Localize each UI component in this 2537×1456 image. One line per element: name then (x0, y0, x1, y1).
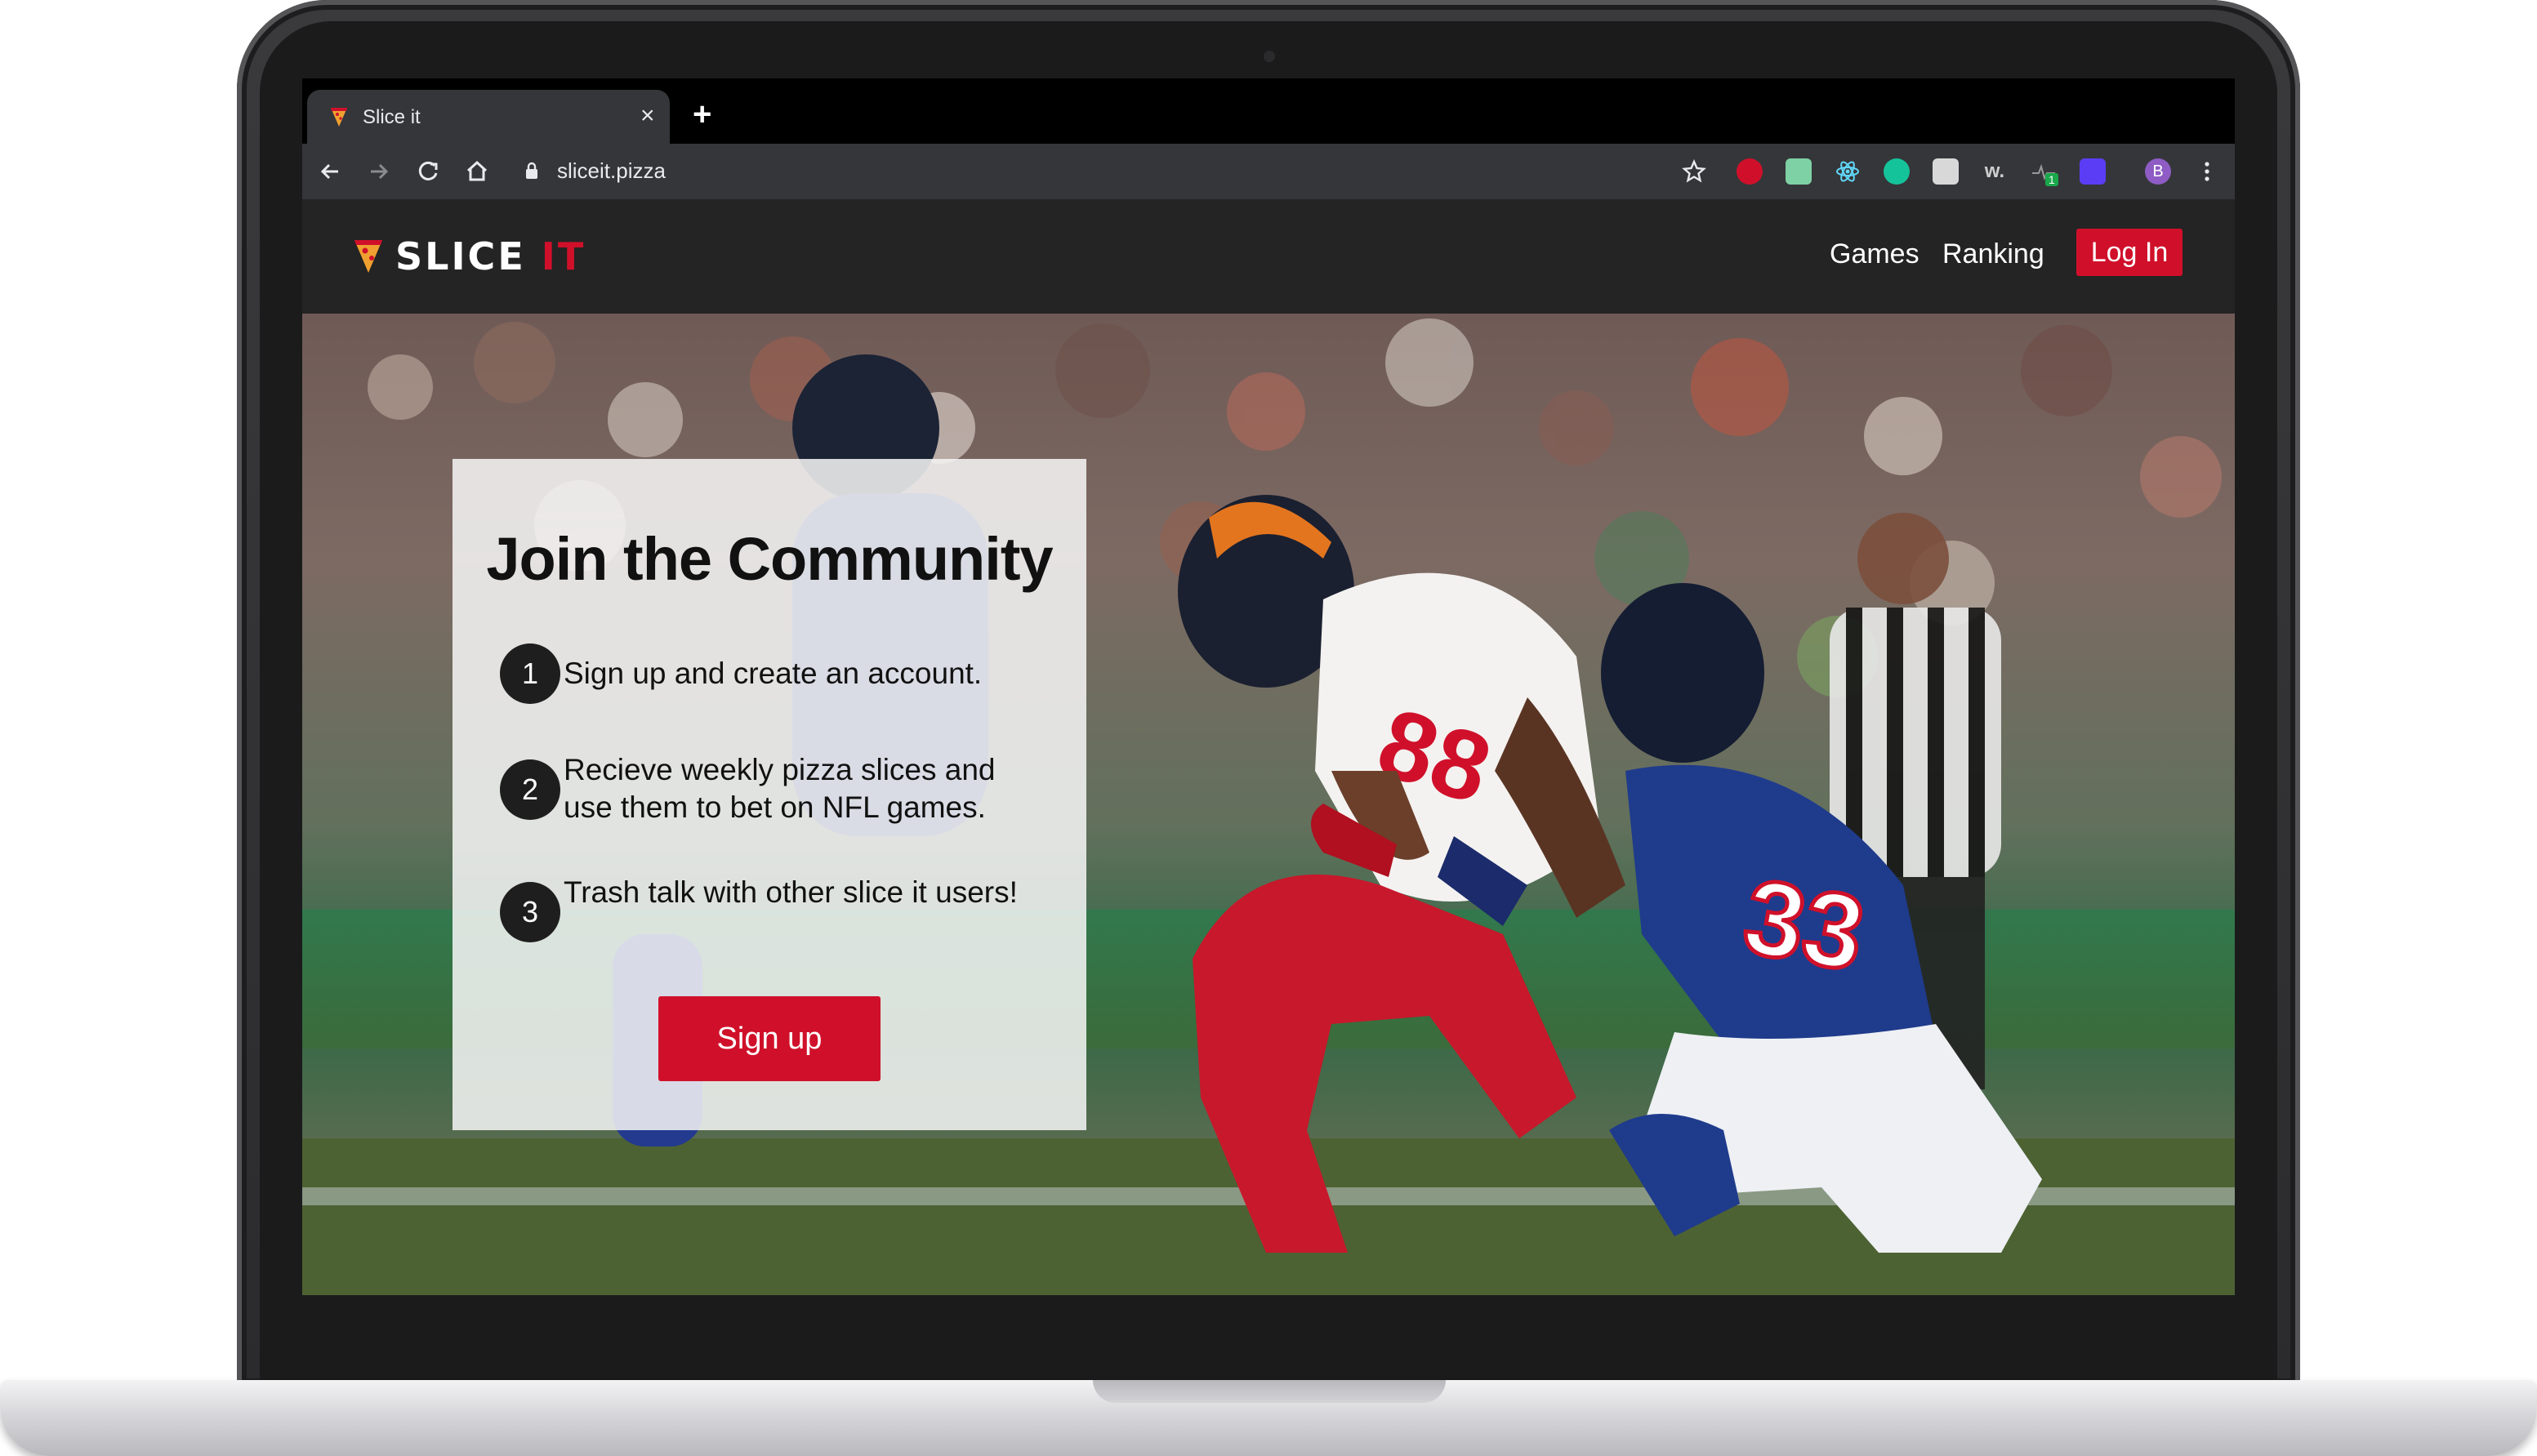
lock-icon (526, 162, 537, 179)
new-tab-button[interactable]: + (693, 98, 711, 131)
logo-text-slice: SLICE (395, 234, 542, 278)
step-text: Trash talk with other slice it users! (564, 875, 1018, 909)
step-text: Sign up and create an account. (564, 657, 983, 690)
nav-ranking-link[interactable]: Ranking (1942, 238, 2044, 270)
nav-games-link[interactable]: Games (1830, 238, 1919, 270)
logo-text-it: IT (541, 234, 586, 278)
join-community-card: Join the Community 1 Sign up and create … (453, 459, 1086, 1130)
hero-section: 88 33 Join the Community 1 Sign up and c… (302, 314, 2235, 1295)
extension-pulse-icon[interactable]: 1 (2031, 158, 2058, 186)
step-number: 3 (500, 882, 560, 942)
home-icon[interactable] (461, 155, 493, 188)
close-tab-icon[interactable]: × (640, 101, 655, 131)
site-logo[interactable]: SLICE IT (395, 237, 586, 276)
extension-grid-icon[interactable] (1786, 158, 1812, 185)
extension-square-icon[interactable] (1933, 158, 1959, 185)
step-number: 1 (500, 643, 560, 704)
react-devtools-icon[interactable] (1835, 158, 1861, 185)
laptop-notch (1093, 1380, 1446, 1403)
profile-avatar[interactable]: B (2145, 158, 2171, 185)
pizza-slice-icon[interactable] (353, 237, 384, 274)
more-icon[interactable] (2191, 155, 2223, 188)
extension-purple-icon[interactable] (2080, 158, 2106, 185)
forward-icon[interactable] (363, 155, 395, 188)
step-text: Recieve weekly pizza slices and use them… (564, 753, 996, 824)
grammarly-icon[interactable] (1884, 158, 1910, 185)
signup-button[interactable]: Sign up (658, 996, 881, 1081)
browser-toolbar: sliceit.pizza w. 1 B (302, 144, 2235, 199)
back-icon[interactable] (314, 155, 346, 188)
login-button[interactable]: Log In (2076, 229, 2183, 276)
tab-title: Slice it (363, 106, 421, 128)
reload-icon[interactable] (412, 155, 444, 188)
pizza-favicon-icon (331, 108, 347, 127)
card-title: Join the Community (486, 525, 1053, 593)
star-icon[interactable] (1678, 155, 1710, 188)
browser-tab[interactable]: Slice it × (307, 90, 670, 144)
site-header: SLICE IT Games Ranking Log In (302, 199, 2235, 314)
extension-badge: 1 (2045, 173, 2058, 186)
extension-stop-icon[interactable] (1737, 158, 1763, 185)
jersey-number-33: 33 (1736, 856, 1873, 994)
browser-window: Slice it × + sliceit.pizza w. 1 B SLICE … (302, 78, 2235, 1295)
tab-strip: Slice it × + (302, 78, 2235, 144)
step-number: 2 (500, 759, 560, 820)
extension-w-icon[interactable]: w. (1982, 158, 2008, 185)
camera (1264, 51, 1275, 62)
address-bar[interactable]: sliceit.pizza (557, 158, 666, 184)
